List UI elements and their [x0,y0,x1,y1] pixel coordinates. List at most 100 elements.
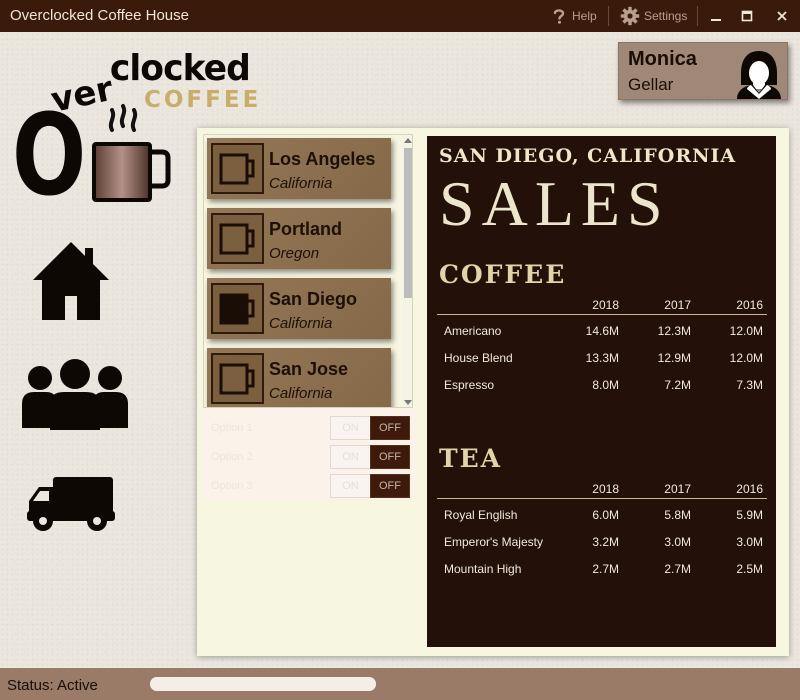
sales-value: 8.0M [592,378,619,392]
option-3-off-button[interactable]: OFF [370,474,410,498]
mug-outline-icon [211,353,264,404]
scroll-down-arrow-icon[interactable] [404,400,412,405]
maximize-icon [741,10,753,22]
sales-value: 13.3M [585,351,619,365]
sales-value: 12.0M [729,351,763,365]
options-panel: Option 1 ON OFF Option 2 ON OFF Option 3… [203,408,415,500]
table-row: House Blend 13.3M 12.9M 12.0M [437,342,767,369]
scroll-thumb[interactable] [404,148,412,298]
logo-coffee-text: COFFEE [144,87,261,113]
option-label: Option 2 [211,451,253,463]
user-first-name: Monica [628,48,697,70]
logo-ver-text: ver [48,69,117,121]
year-header: 2016 [736,482,763,496]
title-bar: Overclocked Coffee House Help Settings [0,0,800,32]
title-divider [697,6,698,26]
progress-bar [150,677,376,691]
sales-value: 12.3M [657,324,691,338]
city-state: California [269,175,333,192]
user-last-name: Gellar [628,75,674,94]
city-item-san-diego[interactable]: San Diego California [207,278,391,339]
logo-clocked-text: clocked [110,47,250,89]
option-row: Option 3 ON OFF [203,474,415,499]
year-header: 2018 [592,482,619,496]
scroll-up-arrow-icon[interactable] [404,138,412,143]
table-row: Mountain High 2.7M 2.7M 2.5M [437,553,767,580]
mug-outline-icon [211,213,264,264]
content-area: O ver clocked COFFEE Monica Gellar Los A… [0,32,800,668]
window-title: Overclocked Coffee House [10,7,189,24]
year-header: 2017 [664,298,691,312]
steam-icon [108,104,138,132]
sales-value: 3.0M [664,535,691,549]
gear-icon [620,6,640,26]
minimize-button[interactable] [704,4,728,28]
mug-outline-icon [211,143,264,194]
table-row: Royal English 6.0M 5.8M 5.9M [437,499,767,526]
settings-button[interactable]: Settings [620,5,687,27]
option-3-on-button[interactable]: ON [330,474,371,498]
status-bar: Status: Active [0,668,800,700]
users-icon [22,359,128,430]
city-state: California [269,385,333,402]
city-name: Portland [269,219,343,239]
city-name: Los Angeles [269,149,376,169]
product-name: Emperor's Majesty [444,535,543,549]
coffee-section-title: COFFEE [439,260,567,289]
close-button[interactable] [770,4,794,28]
progress-fill [150,677,376,691]
coffee-sales-table: 2018 2017 2016 Americano 14.6M 12.3M 12.… [437,295,767,396]
nav-customers[interactable] [22,358,128,435]
coffee-mug-icon [92,142,171,202]
status-text: Status: Active [7,677,98,694]
avatar-icon [737,51,781,99]
tea-sales-table: 2018 2017 2016 Royal English 6.0M 5.8M 5… [437,479,767,580]
sales-value: 2.5M [736,562,763,576]
sales-value: 6.0M [592,508,619,522]
option-2-on-button[interactable]: ON [330,445,371,469]
city-item-portland[interactable]: Portland Oregon [207,208,391,269]
title-divider [608,6,609,26]
sales-value: 5.8M [664,508,691,522]
year-header: 2017 [664,482,691,496]
city-list[interactable]: Los Angeles California Portland Oregon S… [203,134,413,408]
city-state: California [269,315,333,332]
sales-value: 7.3M [736,378,763,392]
nav-home[interactable] [31,240,111,327]
product-name: Mountain High [444,562,522,576]
city-item-los-angeles[interactable]: Los Angeles California [207,138,391,199]
board-sales-heading: SALES [439,168,670,239]
board-city-title: SAN DIEGO, CALIFORNIA [439,145,737,167]
help-button[interactable]: Help [550,5,597,27]
city-state: Oregon [269,245,320,262]
option-1-off-button[interactable]: OFF [370,416,410,440]
product-name: Espresso [444,378,495,392]
nav-delivery[interactable] [27,475,115,538]
product-name: House Blend [444,351,513,365]
table-row: Emperor's Majesty 3.2M 3.0M 3.0M [437,526,767,553]
table-row: Americano 14.6M 12.3M 12.0M [437,315,767,342]
table-row: Espresso 8.0M 7.2M 7.3M [437,369,767,396]
sales-value: 3.0M [736,535,763,549]
sales-value: 2.7M [592,562,619,576]
city-list-scrollbar[interactable] [402,135,412,407]
option-row: Option 2 ON OFF [203,445,415,470]
home-icon [33,242,109,320]
maximize-button[interactable] [735,4,759,28]
help-label: Help [572,9,597,23]
help-icon [553,9,565,24]
year-header: 2018 [592,298,619,312]
city-item-san-jose[interactable]: San Jose California [207,348,391,407]
product-name: Royal English [444,508,518,522]
option-1-on-button[interactable]: ON [330,416,371,440]
sales-value: 3.2M [592,535,619,549]
option-label: Option 1 [211,422,253,434]
truck-icon [27,477,115,531]
mug-filled-icon [211,283,264,334]
sales-value: 12.0M [729,324,763,338]
settings-label: Settings [644,9,688,23]
table-header: 2018 2017 2016 [437,479,767,499]
user-profile-card[interactable]: Monica Gellar [618,42,788,100]
option-2-off-button[interactable]: OFF [370,445,410,469]
close-icon [777,11,787,21]
